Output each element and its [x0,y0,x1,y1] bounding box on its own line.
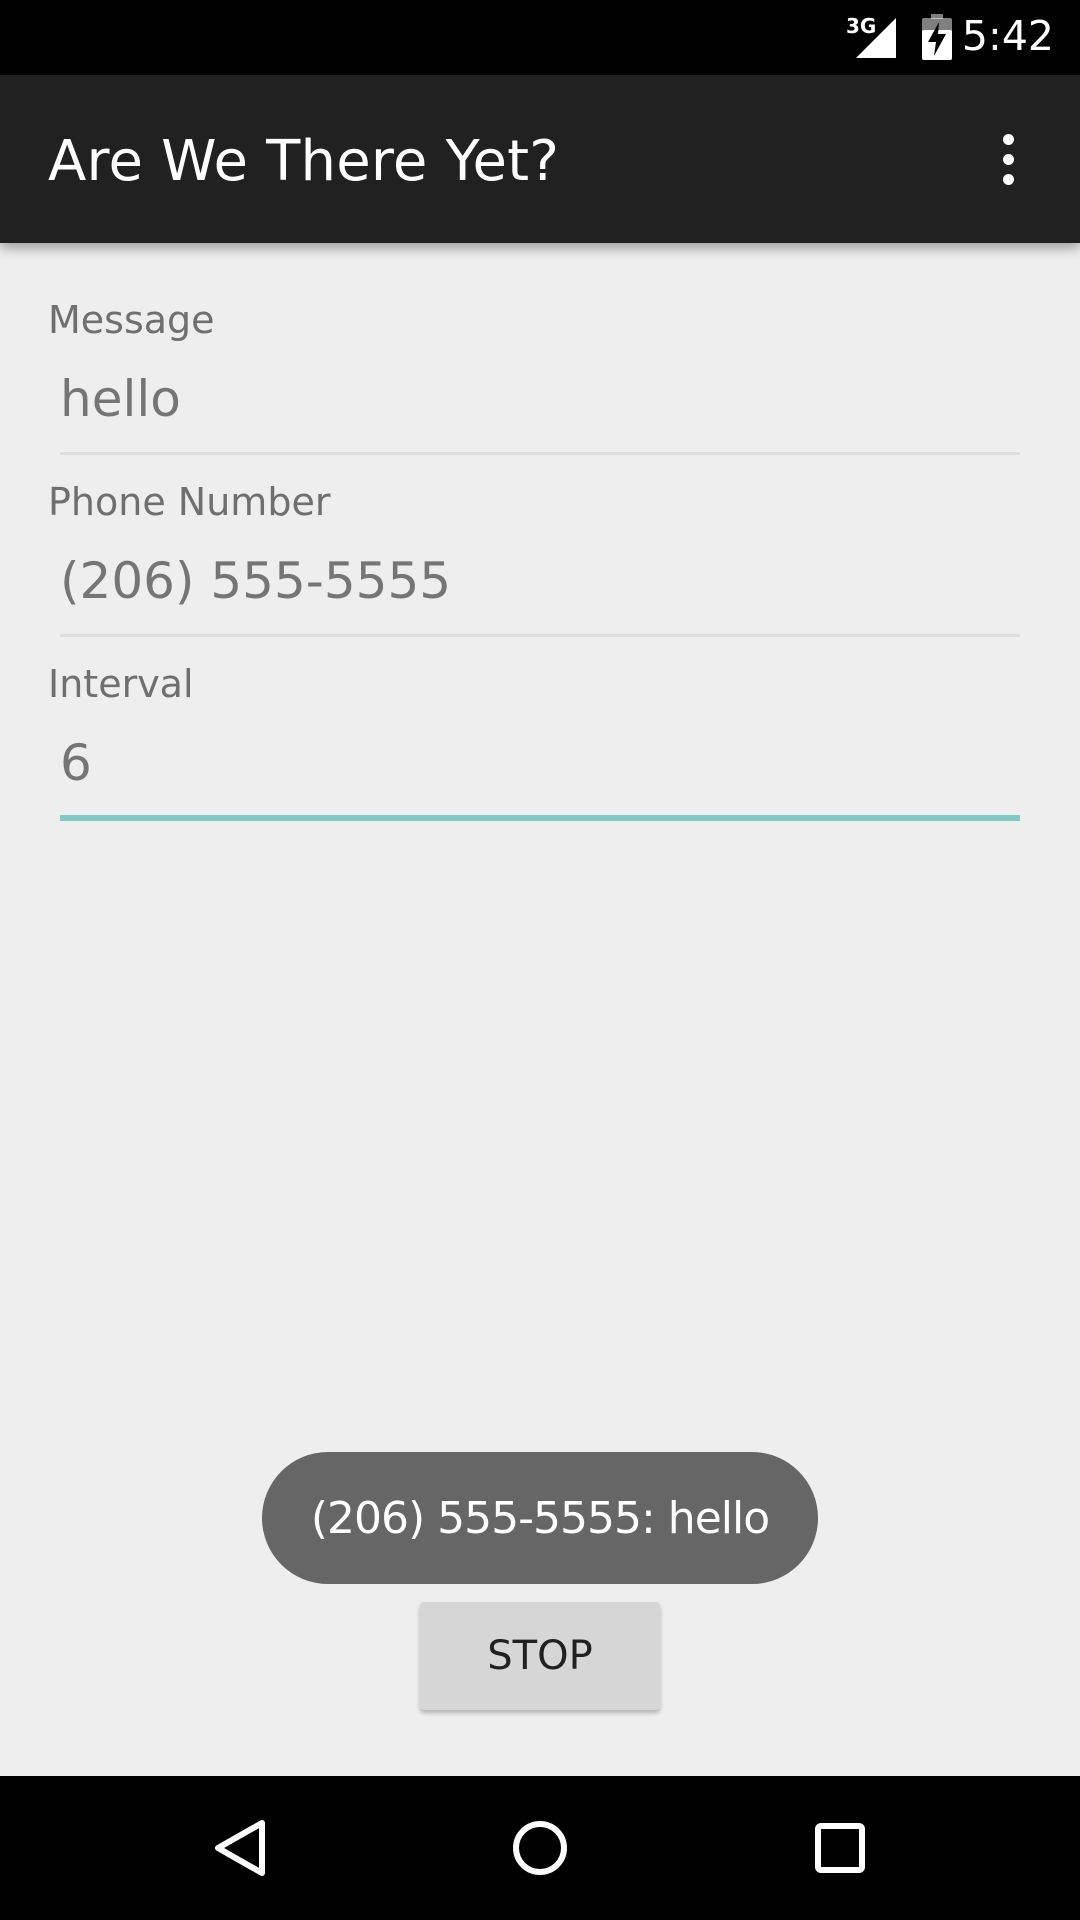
battery-charging-icon [922,14,952,60]
message-label: Message [48,298,215,342]
menu-dot [1002,173,1014,185]
home-icon[interactable] [490,1798,590,1898]
home-icon-glyph [513,1821,567,1875]
menu-dot [1002,133,1014,145]
interval-input[interactable] [60,728,1020,798]
toast-message: (206) 555-5555: hello [262,1452,818,1584]
phone-number-underline [60,634,1020,637]
back-icon-glyph [215,1820,265,1876]
phone-number-label: Phone Number [48,480,331,524]
app-title: Are We There Yet? [48,129,560,194]
signal-icon [856,18,896,58]
phone-number-input[interactable] [60,546,1020,616]
message-input[interactable] [60,364,1020,434]
navigation-bar [0,1776,1080,1920]
app-bar: Are We There Yet? [0,75,1080,243]
recents-icon-glyph [815,1823,865,1873]
stop-button[interactable]: STOP [420,1602,660,1710]
interval-label: Interval [48,662,194,706]
status-time: 5:42 [961,12,1054,60]
status-bar: 3G 5:42 [0,0,1080,75]
overflow-menu-icon[interactable] [980,123,1036,195]
menu-dot [1002,153,1014,165]
back-icon[interactable] [190,1798,290,1898]
message-underline [60,452,1020,455]
screen: 3G 5:42 Are We There Yet? Message Phone … [0,0,1080,1920]
recents-icon[interactable] [790,1798,890,1898]
interval-underline [60,815,1020,821]
